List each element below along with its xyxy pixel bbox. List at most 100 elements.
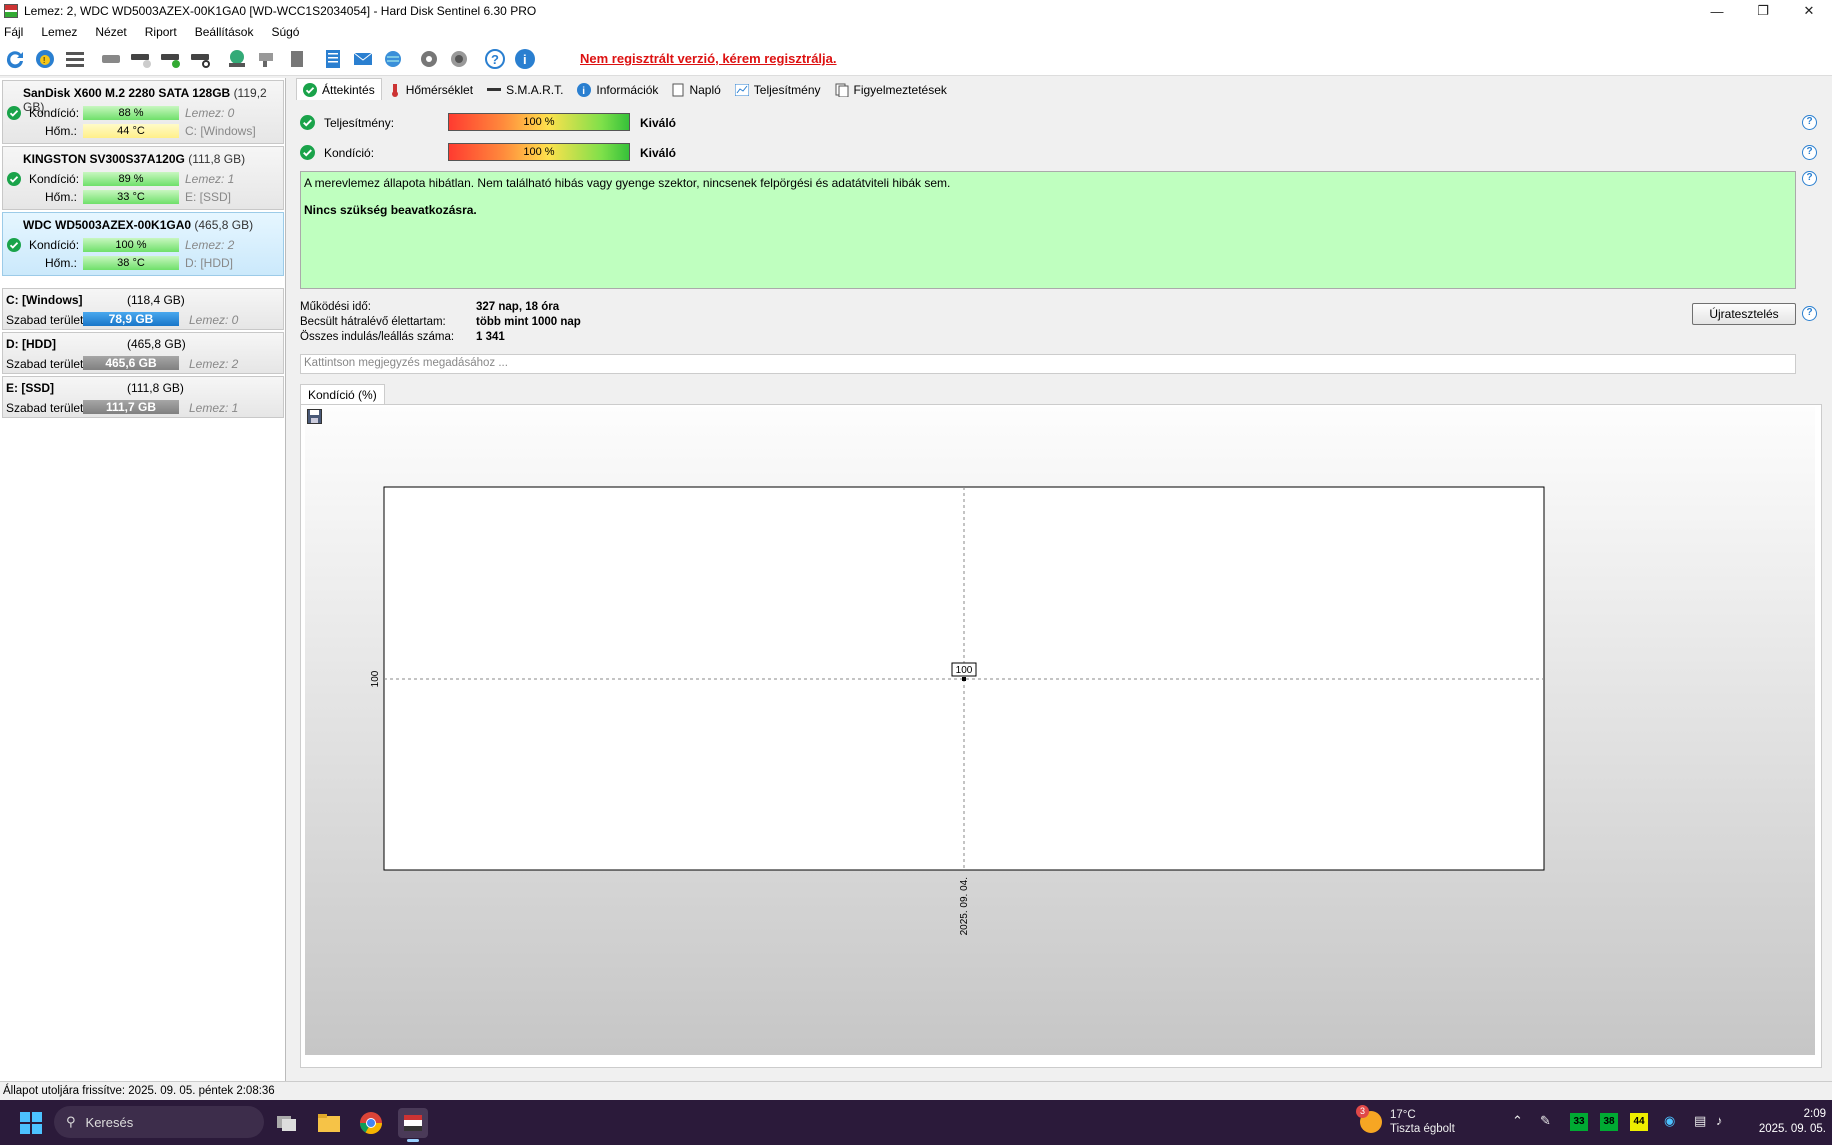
disk-number: Lemez: 2: [185, 238, 235, 252]
search-icon: ⚲: [66, 1114, 76, 1129]
disk-icon[interactable]: [98, 46, 124, 72]
menu-help[interactable]: Súgó: [271, 25, 299, 39]
condition-label: Kondíció:: [29, 172, 80, 186]
weather-widget[interactable]: 3 17°C Tiszta égbolt: [1356, 1105, 1455, 1136]
condition-label: Kondíció:: [324, 146, 375, 160]
disk-item-kingston[interactable]: KINGSTON SV300S37A120G (111,8 GB) Kondíc…: [2, 146, 284, 210]
tab-condition-graph[interactable]: Kondíció (%): [300, 384, 385, 405]
close-button[interactable]: ✕: [1786, 0, 1832, 22]
temperature-tray-icon[interactable]: 44: [1630, 1113, 1648, 1131]
temperature-label: Hőm.:: [44, 124, 77, 138]
note-input[interactable]: Kattintson megjegyzés megadásához ...: [300, 354, 1796, 374]
svg-text:!: !: [43, 56, 45, 65]
help-icon[interactable]: ?: [482, 46, 508, 72]
settings-icon[interactable]: [416, 46, 442, 72]
minimize-button[interactable]: —: [1694, 0, 1740, 22]
performance-row: Teljesítmény: 100 % Kiváló: [300, 113, 1820, 133]
performance-rating: Kiváló: [640, 116, 677, 130]
maximize-button[interactable]: ❐: [1740, 0, 1786, 22]
file-explorer-icon[interactable]: [314, 1108, 344, 1138]
temperature-bar: 38 °C: [83, 256, 179, 270]
save-icon[interactable]: [307, 409, 322, 427]
partition-item-c[interactable]: C: [Windows] (118,4 GB) Szabad terület 7…: [2, 288, 284, 330]
info-icon[interactable]: i: [512, 46, 538, 72]
disk-number: Lemez: 0: [185, 106, 235, 120]
network-disk-icon[interactable]: [224, 46, 250, 72]
help-icon[interactable]: ?: [1802, 306, 1817, 321]
tab-temperature[interactable]: Hőmérséklet: [382, 80, 480, 100]
defender-icon[interactable]: ◉: [1664, 1113, 1675, 1129]
tab-alerts[interactable]: Figyelmeztetések: [828, 80, 954, 100]
register-link[interactable]: Nem regisztrált verzió, kérem regisztrál…: [580, 51, 837, 66]
svg-text:i: i: [583, 86, 586, 97]
taskbar: ⚲ Keresés 3 17°C Tiszta égbolt ⌃ ✎ 33 38…: [0, 1100, 1832, 1145]
condition-rating: Kiváló: [640, 146, 677, 160]
volume-label: D: [HDD]: [185, 256, 233, 270]
alerts-icon: [835, 83, 849, 97]
disk-item-wdc[interactable]: WDC WD5003AZEX-00K1GA0 (465,8 GB) Kondíc…: [2, 212, 284, 276]
menu-file[interactable]: Fájl: [4, 25, 23, 39]
status-bar: Állapot utoljára frissítve: 2025. 09. 05…: [0, 1081, 1832, 1100]
web-report-icon[interactable]: [380, 46, 406, 72]
disk-item-sandisk[interactable]: SanDisk X600 M.2 2280 SATA 128GB (119,2 …: [2, 80, 284, 144]
email-icon[interactable]: [350, 46, 376, 72]
performance-label: Teljesítmény:: [324, 116, 395, 130]
uptime-label: Működési idő:: [300, 301, 371, 313]
sound-icon[interactable]: [446, 46, 472, 72]
partition-name: E: [SSD]: [6, 381, 54, 395]
server-icon[interactable]: [284, 46, 310, 72]
disk-check-icon[interactable]: [158, 46, 184, 72]
task-view-icon[interactable]: [272, 1108, 302, 1138]
partition-disk: Lemez: 1: [189, 401, 239, 415]
help-icon[interactable]: ?: [1802, 171, 1817, 186]
y-tick-label: 100: [370, 670, 381, 687]
window-controls: — ❐ ✕: [1694, 0, 1832, 22]
temperature-tray-icon[interactable]: 38: [1600, 1113, 1618, 1131]
weather-badge: 3: [1356, 1105, 1369, 1118]
temperature-label: Hőm.:: [44, 190, 77, 204]
volume-icon[interactable]: ♪: [1716, 1113, 1723, 1128]
tab-smart[interactable]: S.M.A.R.T.: [480, 80, 570, 100]
chevron-up-icon[interactable]: ⌃: [1512, 1113, 1523, 1129]
taskbar-search[interactable]: ⚲ Keresés: [54, 1106, 264, 1138]
disk-search-icon[interactable]: [188, 46, 214, 72]
hard-disk-sentinel-icon[interactable]: [398, 1108, 428, 1142]
menu-disk[interactable]: Lemez: [41, 25, 77, 39]
refresh-icon[interactable]: [2, 46, 28, 72]
pen-icon[interactable]: ✎: [1540, 1113, 1551, 1129]
disk-list-panel: SanDisk X600 M.2 2280 SATA 128GB (119,2 …: [0, 78, 286, 1081]
menu-settings[interactable]: Beállítások: [195, 25, 254, 39]
condition-bar: 88 %: [83, 106, 179, 120]
disk-list-icon[interactable]: [62, 46, 88, 72]
svg-text:?: ?: [491, 52, 499, 67]
refresh-alert-icon[interactable]: !: [32, 46, 58, 72]
tab-overview[interactable]: Áttekintés: [296, 78, 382, 100]
partition-item-d[interactable]: D: [HDD] (465,8 GB) Szabad terület 465,6…: [2, 332, 284, 374]
network-icon[interactable]: ▤: [1694, 1113, 1706, 1129]
menu-report[interactable]: Riport: [145, 25, 177, 39]
disk-schedule-icon[interactable]: [128, 46, 154, 72]
partition-item-e[interactable]: E: [SSD] (111,8 GB) Szabad terület 111,7…: [2, 376, 284, 418]
free-space-bar: 78,9 GB: [83, 312, 179, 326]
tab-log[interactable]: Napló: [665, 80, 727, 100]
tab-bar: Áttekintés Hőmérséklet S.M.A.R.T. i Info…: [296, 78, 954, 100]
moon-icon: 3: [1356, 1105, 1382, 1133]
tab-information[interactable]: i Információk: [570, 80, 665, 100]
temperature-tray-icon[interactable]: 33: [1570, 1113, 1588, 1131]
status-message-box: A merevlemez állapota hibátlan. Nem talá…: [300, 171, 1796, 289]
status-message: A merevlemez állapota hibátlan. Nem talá…: [304, 176, 951, 190]
chrome-icon[interactable]: [356, 1108, 386, 1138]
report-icon[interactable]: [320, 46, 346, 72]
menu-view[interactable]: Nézet: [95, 25, 126, 39]
help-icon[interactable]: ?: [1802, 115, 1817, 130]
start-button[interactable]: [20, 1112, 42, 1134]
help-icon[interactable]: ?: [1802, 145, 1817, 160]
start-count-label: Összes indulás/leállás száma:: [300, 331, 455, 343]
disk-number: Lemez: 1: [185, 172, 235, 186]
partition-disk: Lemez: 2: [189, 357, 239, 371]
free-space-bar: 111,7 GB: [83, 400, 179, 414]
tab-performance[interactable]: Teljesítmény: [728, 80, 828, 100]
retest-button[interactable]: Újratesztelés: [1692, 303, 1796, 325]
tools-icon[interactable]: [254, 46, 280, 72]
clock[interactable]: 2:09 2025. 09. 05.: [1740, 1107, 1826, 1137]
